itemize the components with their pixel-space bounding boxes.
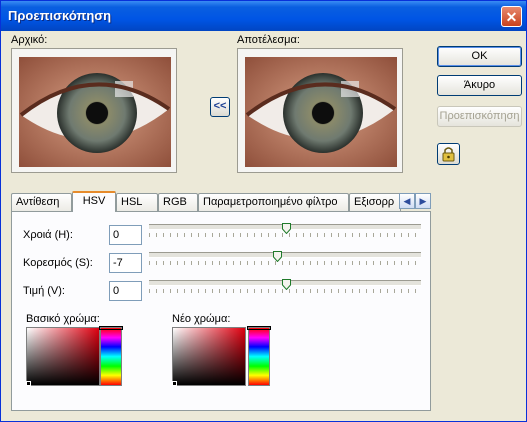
new-color-sv-marker[interactable] (172, 381, 177, 386)
original-eye-image (19, 57, 171, 167)
copy-to-original-button[interactable]: << (210, 97, 230, 117)
value-input[interactable]: 0 (109, 281, 142, 301)
hue-input[interactable]: 0 (109, 225, 142, 245)
saturation-slider-thumb[interactable] (273, 251, 282, 262)
ok-button[interactable]: OK (437, 46, 522, 67)
tab-scroll-right-icon[interactable]: ▶ (415, 193, 431, 209)
lock-button[interactable] (437, 143, 460, 165)
basic-color-hue-bar[interactable] (99, 326, 123, 386)
tab-equalize[interactable]: Εξισορρ (349, 193, 401, 211)
tab-custom-filter[interactable]: Παραμετροποιημένο φίλτρο (198, 193, 349, 211)
lock-icon (442, 147, 455, 162)
new-color-sv-picker[interactable] (172, 327, 246, 386)
saturation-input[interactable]: -7 (109, 253, 142, 273)
hue-slider-thumb[interactable] (282, 223, 291, 234)
close-button[interactable]: ✕ (501, 6, 522, 27)
basic-color-sv-picker[interactable] (26, 327, 100, 386)
hue-label: Χροιά (H): (23, 229, 73, 241)
tab-hsl[interactable]: HSL (116, 193, 158, 211)
new-color-hue-marker[interactable] (247, 326, 271, 330)
hsv-panel: Χροιά (H): 0 Κορεσμός (S): -7 Τιμή (V): … (11, 211, 431, 411)
new-color-label: Νέο χρώμα: (172, 313, 231, 325)
result-label: Αποτέλεσμα: (237, 34, 300, 46)
result-eye-image (245, 57, 397, 167)
tab-contrast[interactable]: Αντίθεση (11, 193, 72, 211)
basic-color-label: Βασικό χρώμα: (26, 313, 100, 325)
preview-dialog: Προεπισκόπηση ✕ Αρχικό: Αποτέλεσμα: << O… (0, 0, 527, 422)
original-preview (11, 48, 177, 173)
basic-color-sv-marker[interactable] (26, 381, 31, 386)
tab-hsv[interactable]: HSV (72, 191, 116, 212)
saturation-slider-track[interactable] (149, 252, 421, 258)
new-color-hue-bar[interactable] (247, 326, 271, 386)
value-label: Τιμή (V): (23, 285, 65, 297)
title-bar[interactable]: Προεπισκόπηση ✕ (1, 1, 526, 31)
value-slider-thumb[interactable] (282, 279, 291, 290)
original-label: Αρχικό: (11, 34, 48, 46)
result-preview (237, 48, 403, 173)
tab-rgb[interactable]: RGB (158, 193, 198, 211)
window-title: Προεπισκόπηση (8, 8, 112, 23)
preview-button[interactable]: Προεπισκόπηση (437, 106, 522, 127)
basic-color-hue-marker[interactable] (99, 326, 123, 330)
saturation-label: Κορεσμός (S): (23, 257, 93, 269)
saturation-slider-ticks (149, 261, 421, 265)
cancel-button[interactable]: Άκυρο (437, 75, 522, 96)
tab-scroll-left-icon[interactable]: ◀ (399, 193, 415, 209)
